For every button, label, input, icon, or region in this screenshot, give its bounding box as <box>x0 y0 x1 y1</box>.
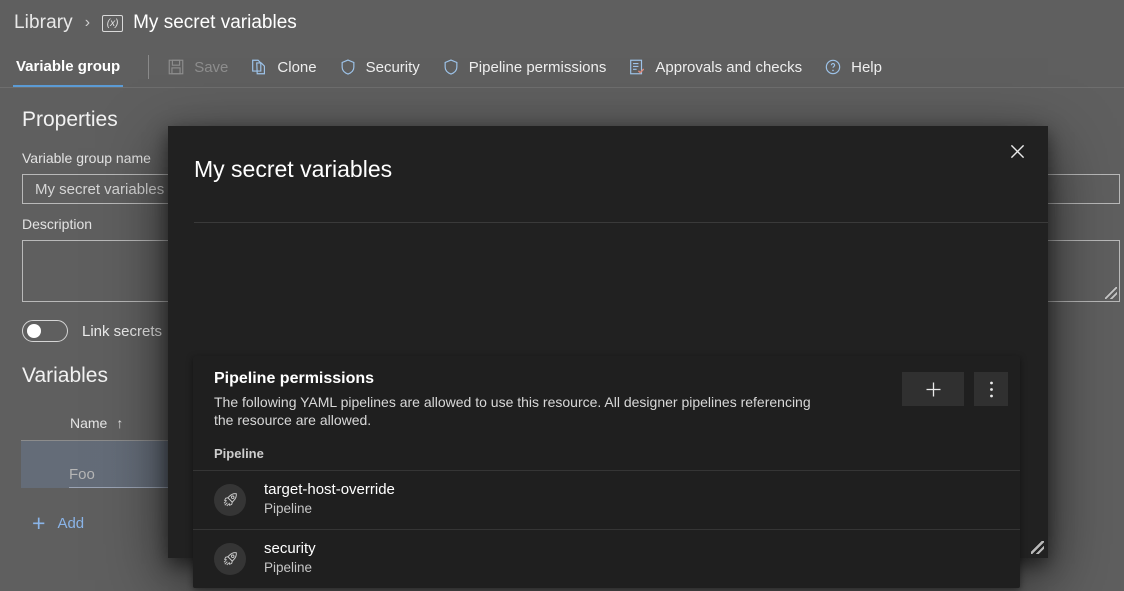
approvals-and-checks-button[interactable]: Approvals and checks <box>628 58 802 76</box>
pipeline-name: target-host-override <box>264 481 395 499</box>
link-secrets-label: Link secrets <box>82 322 163 340</box>
link-secrets-toggle[interactable] <box>22 320 68 342</box>
save-icon <box>168 59 184 75</box>
page-title: My secret variables <box>133 12 297 33</box>
question-circle-icon <box>825 59 841 75</box>
clone-icon <box>252 59 266 75</box>
more-options-button[interactable] <box>974 372 1008 406</box>
breadcrumb-separator-icon: › <box>84 14 91 31</box>
checklist-icon <box>630 59 645 75</box>
save-button[interactable]: Save <box>167 58 228 76</box>
dialog-divider <box>194 222 1048 223</box>
card-description: The following YAML pipelines are allowed… <box>214 394 811 429</box>
pipeline-permissions-button[interactable]: Pipeline permissions <box>442 58 607 76</box>
close-icon <box>1010 144 1024 158</box>
plus-icon: + <box>32 510 46 536</box>
shield-icon <box>341 59 355 75</box>
card-header: Pipeline permissions The following YAML … <box>193 356 1020 430</box>
rocket-icon-glyph <box>223 552 237 566</box>
list-item[interactable]: security Pipeline <box>193 528 1020 588</box>
pipeline-permissions-dialog: My secret variables Pipeline permissions… <box>168 126 1048 588</box>
tab-variable-group-label: Variable group <box>16 57 121 75</box>
help-button[interactable]: Help <box>824 58 882 76</box>
sort-ascending-icon: ↑ <box>116 415 124 431</box>
pipeline-subtitle: Pipeline <box>264 501 313 517</box>
dialog-title: My secret variables <box>194 156 393 182</box>
list-item-text: target-host-override Pipeline <box>264 481 395 518</box>
rocket-icon-glyph <box>223 493 237 507</box>
pipeline-permissions-label: Pipeline permissions <box>468 58 607 76</box>
close-dialog-button[interactable] <box>1000 134 1034 168</box>
add-pipeline-button[interactable] <box>902 372 964 406</box>
rocket-icon <box>214 483 246 516</box>
variable-group-icon-glyph: (x) <box>106 17 119 29</box>
dialog-resize-grip-icon[interactable] <box>1031 541 1044 554</box>
more-vertical-icon <box>989 381 993 397</box>
pipeline-permissions-card: Pipeline permissions The following YAML … <box>193 356 1020 588</box>
column-header-pipeline: Pipeline <box>214 445 264 461</box>
clone-label: Clone <box>277 58 317 76</box>
list-item[interactable]: target-host-override Pipeline <box>193 469 1020 529</box>
variable-group-icon: (x) <box>102 14 124 32</box>
approvals-and-checks-label: Approvals and checks <box>655 58 803 76</box>
tab-active-underline <box>13 85 123 88</box>
tab-variable-group[interactable]: Variable group <box>14 58 122 87</box>
list-item-text: security Pipeline <box>264 540 316 577</box>
resize-grip-icon[interactable] <box>1105 287 1117 299</box>
add-variable-label: Add <box>57 515 85 532</box>
breadcrumb-link-library[interactable]: Library <box>14 12 73 34</box>
toolbar-divider <box>148 55 150 79</box>
shield-icon <box>444 59 458 75</box>
card-actions <box>902 372 1008 406</box>
security-label: Security <box>365 58 420 76</box>
security-button[interactable]: Security <box>339 58 420 76</box>
pipeline-name: security <box>264 540 316 558</box>
help-label: Help <box>851 58 882 76</box>
card-title: Pipeline permissions <box>214 370 375 387</box>
breadcrumb: Library › (x) My secret variables <box>0 0 1124 46</box>
pipeline-subtitle: Pipeline <box>264 560 313 576</box>
clone-button[interactable]: Clone <box>250 58 317 76</box>
column-header-name[interactable]: Name <box>70 415 107 431</box>
rocket-icon <box>214 542 246 575</box>
save-label: Save <box>194 58 229 76</box>
plus-icon <box>926 382 940 396</box>
toolbar: Variable group Save Clone Security Pipel… <box>0 46 1124 88</box>
toggle-knob <box>27 324 41 338</box>
card-header-text: Pipeline permissions The following YAML … <box>214 370 902 430</box>
